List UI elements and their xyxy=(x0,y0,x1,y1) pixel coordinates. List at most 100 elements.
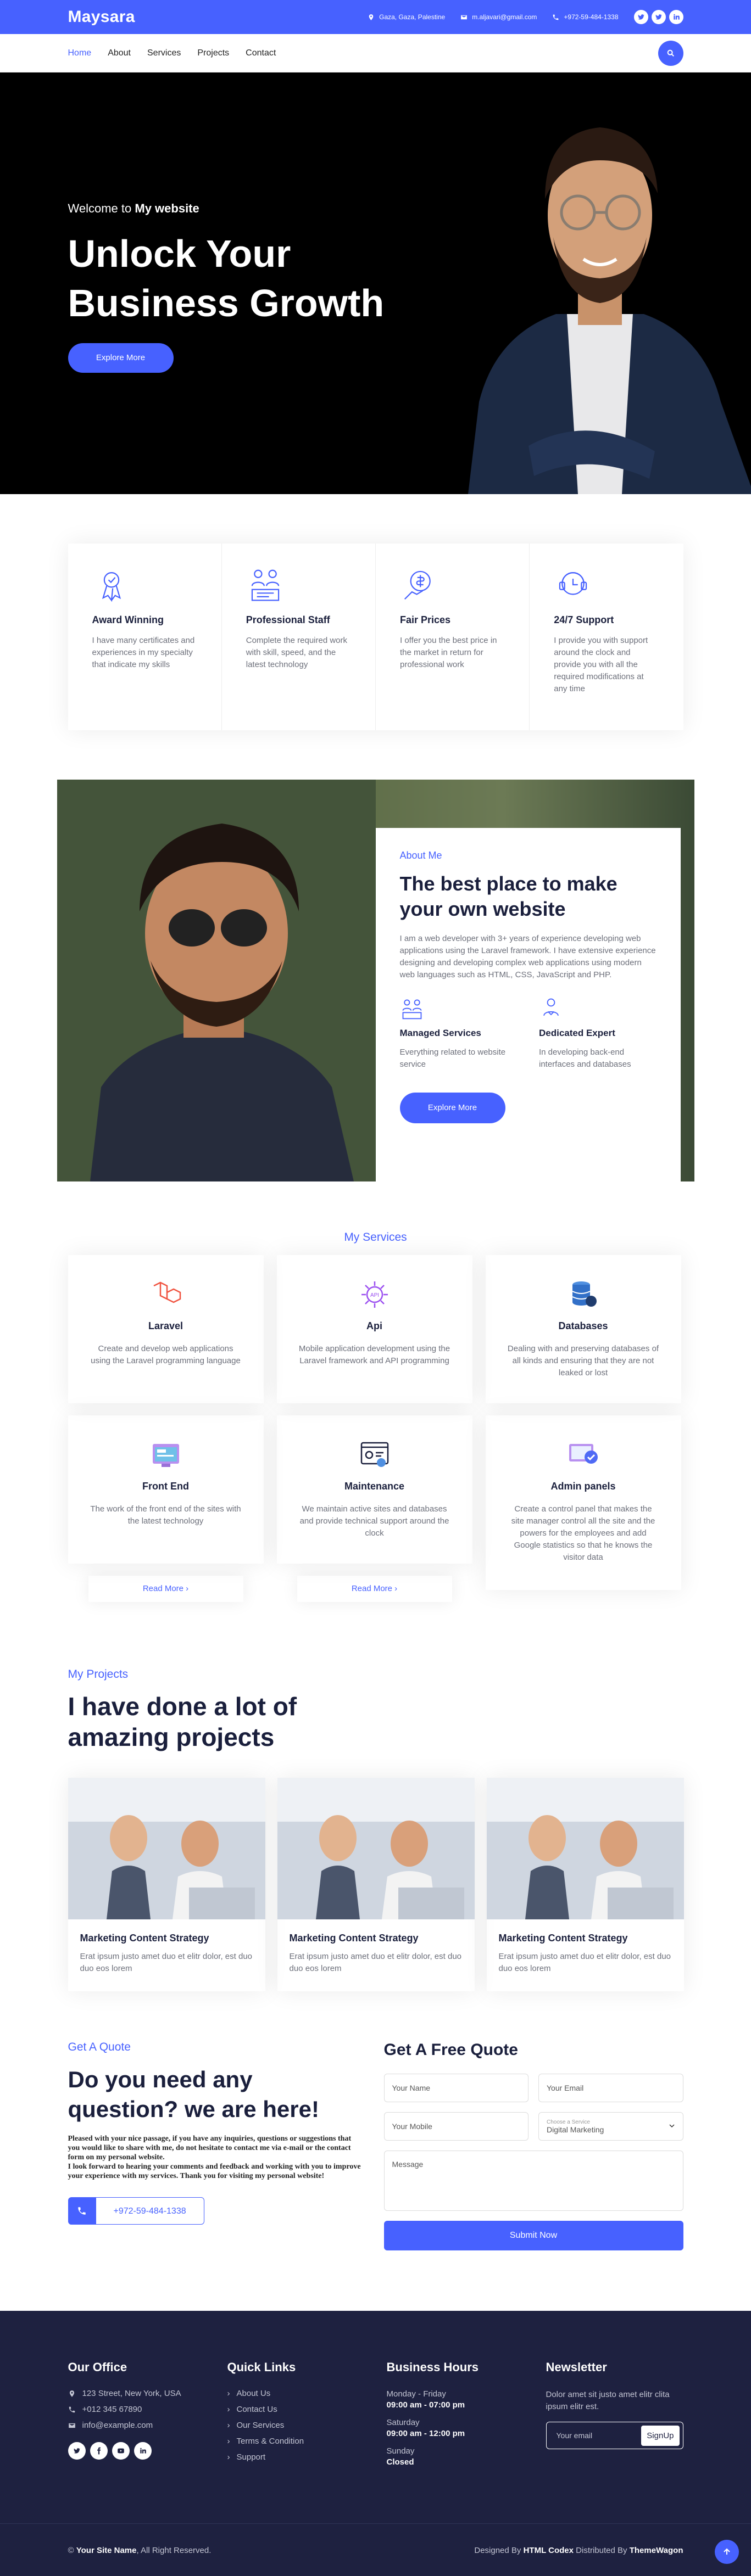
service-card: Maintenance We maintain active sites and… xyxy=(277,1415,472,1564)
newsletter-email-input[interactable]: Your email xyxy=(557,2431,593,2440)
about-text: I am a web developer with 3+ years of ex… xyxy=(399,934,656,979)
services-section: My Services Laravel Create and develop w… xyxy=(0,1181,751,1635)
phone-icon xyxy=(77,2207,86,2215)
about-service: Dedicated Expert In developing back-end … xyxy=(539,996,657,1071)
twitter-icon[interactable] xyxy=(651,10,666,24)
service-card: Admin panels Create a control panel that… xyxy=(486,1415,681,1590)
quote-text: Pleased with your nice passage, if you h… xyxy=(68,2135,352,2161)
project-card[interactable]: Marketing Content Strategy Erat ipsum ju… xyxy=(277,1778,475,1991)
name-input[interactable]: Your Name xyxy=(383,2074,529,2102)
hero-section: Welcome to My website Unlock Your Busine… xyxy=(0,72,751,494)
dedicated-expert-icon xyxy=(543,998,559,1016)
arrow-up-icon xyxy=(724,2548,730,2555)
read-more-button[interactable]: Read More › xyxy=(297,1576,452,1602)
top-phone[interactable]: +972-59-484-1338 xyxy=(552,13,619,21)
envelope-icon xyxy=(68,2423,75,2428)
mobile-input[interactable]: Your Mobile xyxy=(383,2112,529,2141)
top-social xyxy=(633,10,683,24)
price-icon xyxy=(404,570,431,600)
award-icon xyxy=(102,572,121,602)
footer-hours: Business Hours Monday - Friday 09:00 am … xyxy=(386,2360,479,2467)
database-icon xyxy=(572,1281,597,1307)
nav-home[interactable]: Home xyxy=(68,48,92,58)
support-icon xyxy=(559,572,587,595)
nav-about[interactable]: About xyxy=(108,48,131,58)
footer-links: Quick Links › About Us › Contact Us › Ou… xyxy=(227,2360,387,2468)
nav-services[interactable]: Services xyxy=(147,48,181,58)
service-card: Databases Dealing with and preserving da… xyxy=(486,1255,681,1403)
footer: Our Office 123 Street, New York, USA +01… xyxy=(0,2311,751,2576)
about-card: About Me The best place to make your own… xyxy=(375,828,681,1181)
submit-button[interactable]: Submit Now xyxy=(383,2221,683,2250)
message-textarea[interactable]: Message xyxy=(383,2151,683,2211)
hero-explore-button[interactable]: Explore More xyxy=(68,343,174,373)
feature-card: Fair Prices I offer you the best price i… xyxy=(376,544,530,730)
footer-link-contact[interactable]: › Contact Us xyxy=(227,2405,387,2414)
top-email[interactable]: m.aljavari@gmail.com xyxy=(460,13,537,21)
about-label: About Me xyxy=(399,850,442,861)
project-card[interactable]: Marketing Content Strategy Erat ipsum ju… xyxy=(486,1778,684,1991)
newsletter-form: Your email SignUp xyxy=(546,2422,683,2449)
quote-title: Do you need any question? we are here! xyxy=(68,2067,319,2122)
project-image xyxy=(277,1778,475,1919)
envelope-icon xyxy=(461,15,468,19)
back-to-top-button[interactable] xyxy=(715,2540,739,2564)
copyright: © Your Site Name, All Right Reserved. xyxy=(68,2545,212,2555)
phone-icon xyxy=(69,2406,75,2412)
api-icon: API xyxy=(361,1281,388,1308)
footer-link-about[interactable]: › About Us xyxy=(227,2389,387,2398)
search-icon xyxy=(667,49,674,57)
maintenance-icon xyxy=(360,1442,388,1467)
chevron-down-icon xyxy=(669,2124,675,2128)
newsletter-signup-button[interactable]: SignUp xyxy=(641,2425,680,2446)
service-card: API Api Mobile application development u… xyxy=(277,1255,472,1403)
feature-card: Award Winning I have many certificates a… xyxy=(68,544,222,730)
service-select[interactable]: Choose a Service Digital Marketing xyxy=(538,2112,683,2141)
service-card: Front End The work of the front end of t… xyxy=(68,1415,264,1564)
service-card: Laravel Create and develop web applicati… xyxy=(68,1255,264,1403)
hero-portrait-image xyxy=(468,127,751,494)
quote-section: Get A Quote Do you need any question? we… xyxy=(0,2035,751,2311)
footer-bottom: © Your Site Name, All Right Reserved. De… xyxy=(0,2523,751,2576)
feature-card: Professional Staff Complete the required… xyxy=(222,544,376,730)
twitter-icon[interactable] xyxy=(633,10,648,24)
about-section: About Me The best place to make your own… xyxy=(57,780,694,1181)
staff-icon xyxy=(251,569,279,601)
managed-services-icon xyxy=(402,999,421,1020)
project-card[interactable]: Marketing Content Strategy Erat ipsum ju… xyxy=(68,1778,265,1991)
footer-newsletter: Newsletter Dolor amet sit justo amet eli… xyxy=(546,2360,683,2468)
footer-link-support[interactable]: › Support xyxy=(227,2452,387,2462)
quote-phone[interactable]: +972-59-484-1338 xyxy=(68,2197,365,2225)
projects-title: I have done a lot of amazing projects xyxy=(68,1692,297,1751)
feature-card: 24/7 Support I provide you with support … xyxy=(530,544,683,730)
about-service: Managed Services Everything related to w… xyxy=(400,996,518,1071)
brand-logo[interactable]: Maysara xyxy=(68,8,135,26)
svg-text:API: API xyxy=(370,1292,379,1298)
laravel-icon xyxy=(153,1281,181,1303)
quote-form-title: Get A Free Quote xyxy=(383,2041,518,2059)
features-section: Award Winning I have many certificates a… xyxy=(0,494,751,780)
email-input[interactable]: Your Email xyxy=(538,2074,683,2102)
services-label: My Services xyxy=(344,1231,407,1244)
credits: Designed By HTML Codex Distributed By Th… xyxy=(474,2545,683,2555)
about-explore-button[interactable]: Explore More xyxy=(399,1093,505,1123)
facebook-icon[interactable] xyxy=(90,2442,108,2460)
quote-form: Get A Free Quote Your Name Your Email Yo… xyxy=(383,2041,683,2250)
nav-contact[interactable]: Contact xyxy=(246,48,276,58)
linkedin-icon[interactable] xyxy=(133,2442,152,2460)
top-address: Gaza, Gaza, Palestine xyxy=(368,13,445,21)
nav-projects[interactable]: Projects xyxy=(197,48,229,58)
footer-link-terms[interactable]: › Terms & Condition xyxy=(227,2437,387,2446)
hero-subtitle: Welcome to My website xyxy=(68,201,199,215)
footer-link-services[interactable]: › Our Services xyxy=(227,2421,387,2430)
nav-search-button[interactable] xyxy=(658,41,683,66)
projects-label: My Projects xyxy=(68,1668,129,1681)
linkedin-icon[interactable] xyxy=(669,10,683,24)
hero-title: Unlock Your Business Growth xyxy=(68,232,385,324)
frontend-icon xyxy=(152,1444,179,1467)
twitter-icon[interactable] xyxy=(68,2442,86,2460)
quote-text: I look forward to hearing your comments … xyxy=(68,2163,361,2180)
read-more-button[interactable]: Read More › xyxy=(88,1576,243,1602)
youtube-icon[interactable] xyxy=(112,2442,130,2460)
project-image xyxy=(68,1778,265,1919)
